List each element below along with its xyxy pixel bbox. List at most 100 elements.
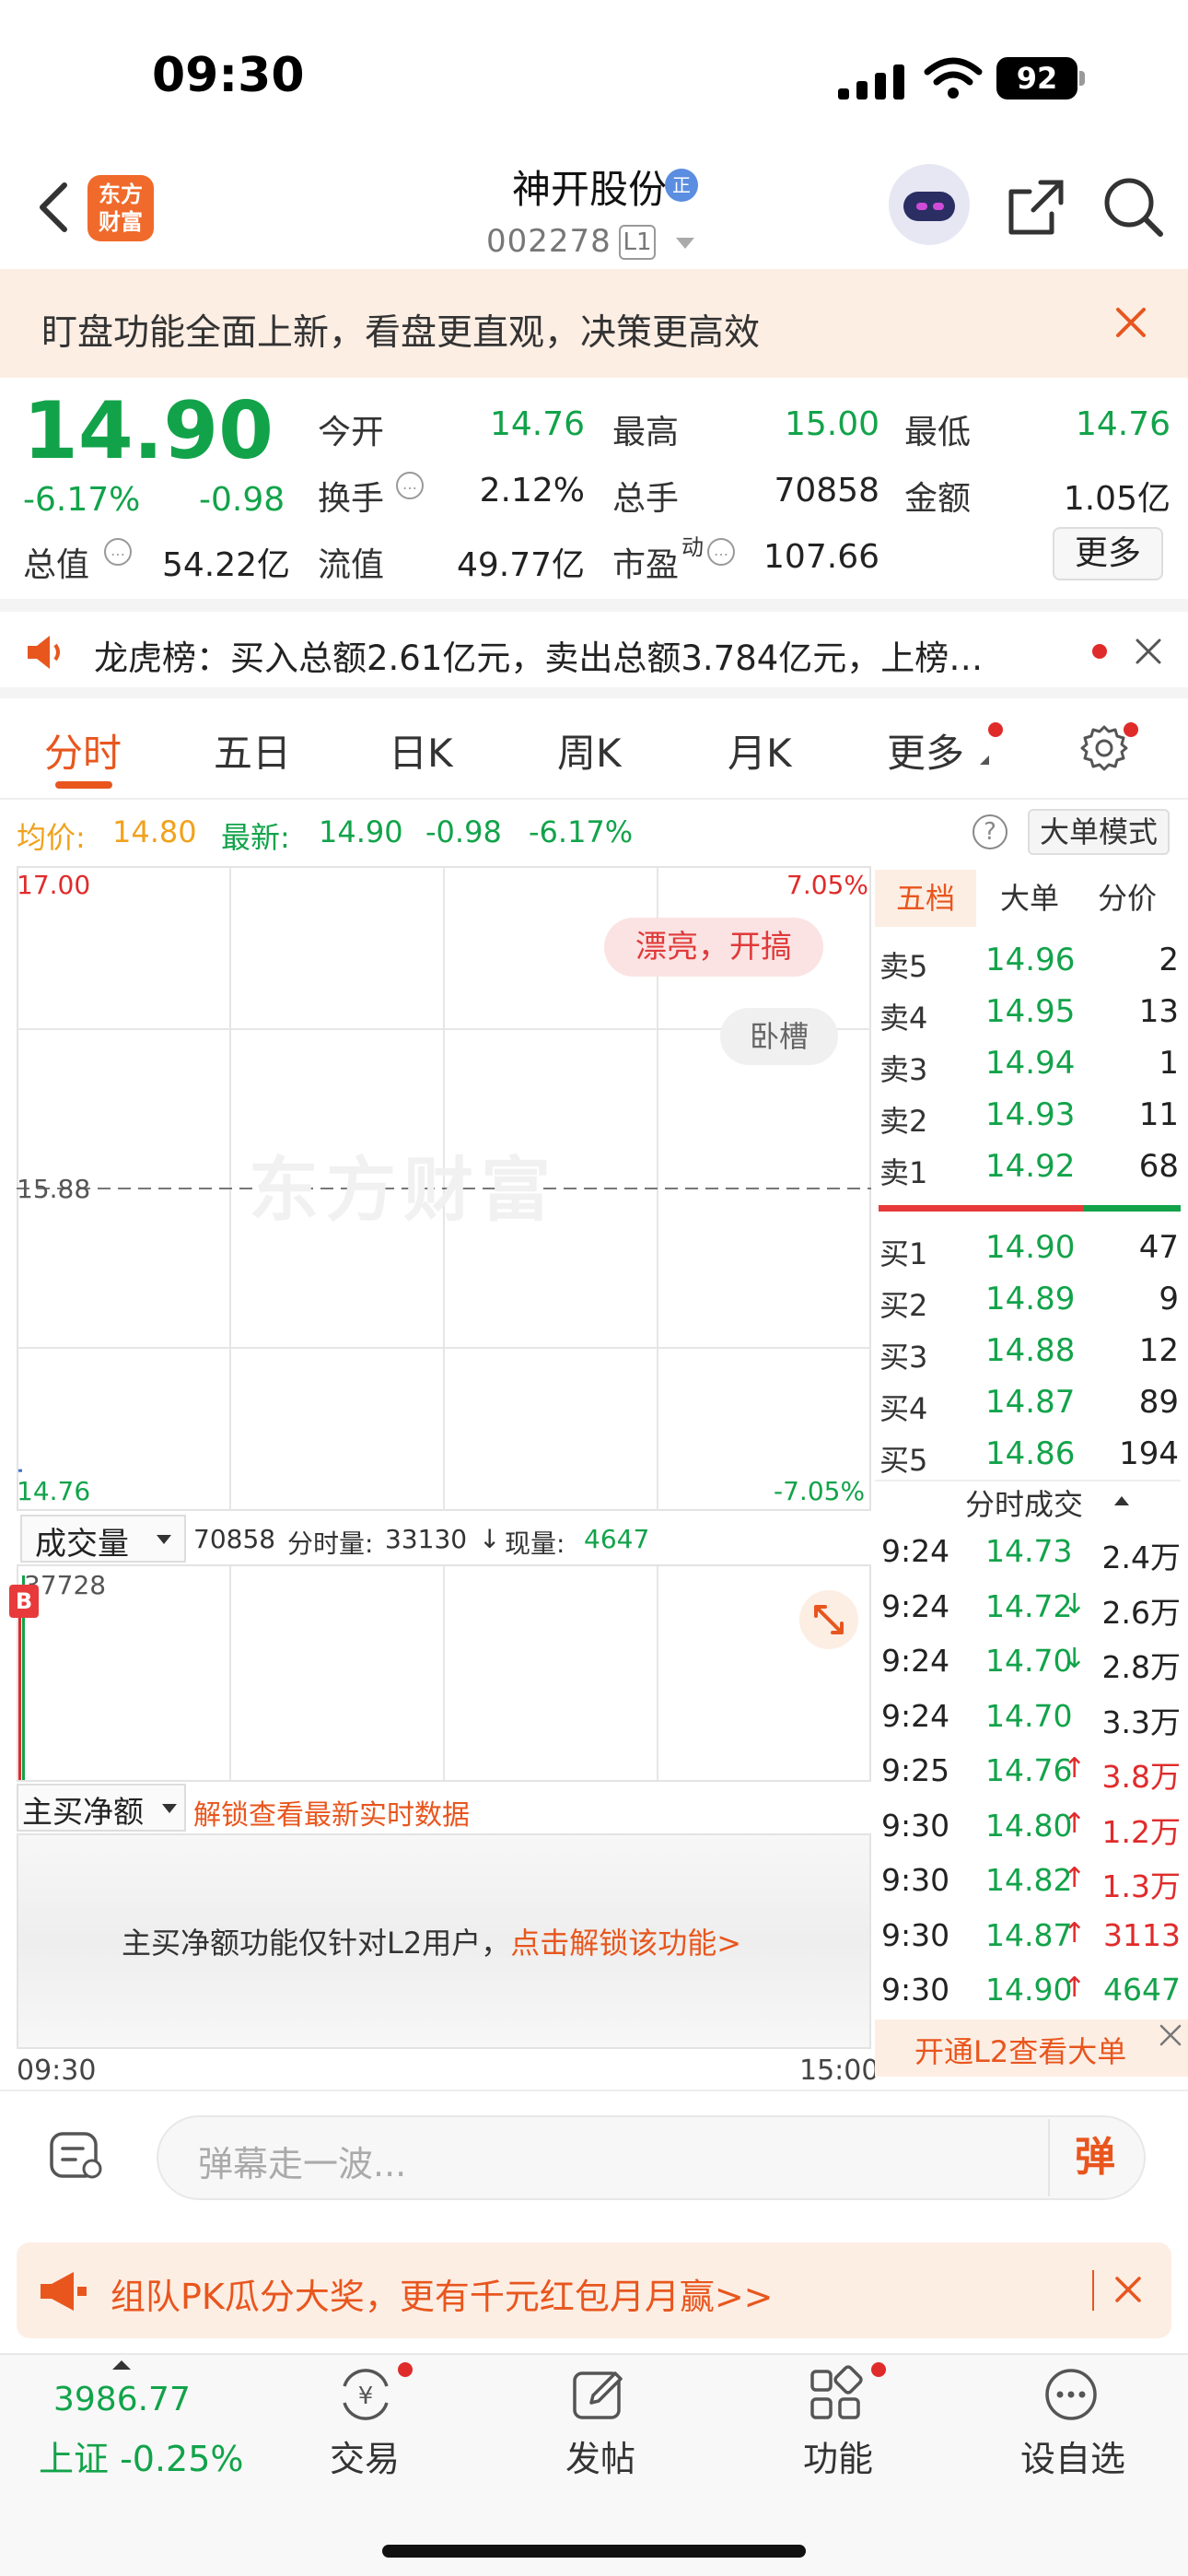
stock-code[interactable]: 002278 — [486, 223, 611, 260]
danmaku-bubble[interactable]: 漂亮，开搞 — [604, 918, 823, 977]
info-icon[interactable]: … — [104, 538, 132, 566]
help-icon[interactable]: ? — [973, 814, 1007, 849]
nav-post[interactable]: 发帖 — [565, 2430, 635, 2481]
high-value: 15.00 — [784, 405, 879, 443]
chevron-up-icon[interactable] — [1114, 1496, 1129, 1505]
orderbook-level-label: 买2 — [879, 1288, 928, 1323]
orderbook-level-label: 买5 — [879, 1443, 928, 1478]
down-arrow-icon: ↓ — [479, 1524, 501, 1554]
index-label[interactable]: 上证 -0.25% — [39, 2430, 244, 2481]
volume-grid — [18, 1566, 658, 1780]
tab-intraday[interactable]: 分时 — [44, 722, 122, 779]
low-label: 最低 — [904, 414, 972, 451]
app-logo[interactable]: 东方 财富 — [87, 175, 154, 241]
svg-text:¥: ¥ — [358, 2383, 374, 2410]
close-icon[interactable] — [1135, 638, 1162, 665]
tick-price: 14.76 — [985, 1752, 1073, 1788]
back-icon[interactable] — [35, 180, 72, 235]
orderbook-level-volume: 12 — [1138, 1332, 1179, 1369]
ticks-header[interactable]: 分时成交 — [965, 1481, 1083, 1524]
nav-add-watchlist[interactable]: 设自选 — [1020, 2430, 1125, 2481]
logo-line1: 东方 — [99, 181, 143, 207]
big-order-mode-button[interactable]: 大单模式 — [1028, 809, 1170, 855]
orderbook-level-price[interactable]: 14.89 — [985, 1281, 1075, 1317]
tick-time: 9:24 — [881, 1587, 950, 1624]
mktcap-label: 总值 — [23, 546, 90, 584]
orderbook-level-volume: 13 — [1138, 993, 1179, 1030]
orderbook-level-price[interactable]: 14.87 — [985, 1384, 1075, 1421]
tab-price-dist[interactable]: 分价 — [1098, 870, 1157, 927]
close-icon[interactable] — [1112, 304, 1149, 341]
search-icon[interactable] — [1101, 175, 1166, 240]
chevron-up-icon[interactable] — [112, 2360, 131, 2370]
expand-icon[interactable] — [799, 1590, 858, 1649]
volume-total: 70858 — [193, 1524, 276, 1554]
orderbook-level-label: 买3 — [879, 1340, 928, 1375]
unread-dot — [871, 2362, 886, 2377]
turnover-value: 2.12% — [479, 472, 585, 509]
y-axis-mid: 15.88 — [17, 1174, 91, 1204]
close-icon[interactable] — [1159, 2023, 1182, 2047]
tick-volume: 3113 — [1103, 1916, 1181, 1953]
tab-five-day[interactable]: 五日 — [214, 722, 291, 779]
tick-volume: 2.6万 — [1101, 1594, 1181, 1631]
index-value[interactable]: 3986.77 — [53, 2381, 191, 2418]
orderbook-level-label: 卖4 — [879, 1001, 928, 1036]
buy-badge[interactable]: B — [9, 1585, 39, 1618]
post-icon[interactable] — [569, 2364, 630, 2425]
orderbook-level-price[interactable]: 14.86 — [985, 1435, 1075, 1472]
tick-volume: 4647 — [1103, 1972, 1181, 2008]
orderbook-level-price[interactable]: 14.90 — [985, 1229, 1075, 1266]
unread-dot — [398, 2362, 413, 2377]
banner-text: 盯盘功能全面上新，看盘更直观，决策更高效 — [41, 312, 761, 354]
status-time: 09:30 — [152, 48, 305, 103]
gear-icon[interactable] — [1079, 723, 1129, 773]
orderbook-level-label: 买1 — [879, 1236, 928, 1271]
orderbook-level-price[interactable]: 14.96 — [985, 942, 1075, 978]
now-vol-value: 4647 — [584, 1524, 650, 1554]
nav-trade[interactable]: 交易 — [330, 2430, 400, 2481]
orderbook-level-price[interactable]: 14.93 — [985, 1096, 1075, 1133]
chevron-down-icon — [162, 1804, 177, 1813]
unlock-link[interactable]: 解锁查看最新实时数据 — [193, 1792, 470, 1832]
orderbook-level-price[interactable]: 14.92 — [985, 1148, 1075, 1185]
info-icon[interactable]: … — [396, 472, 424, 499]
tab-more[interactable]: 更多 — [887, 722, 964, 779]
orderbook-level-price[interactable]: 14.94 — [985, 1045, 1075, 1082]
tab-daily-k[interactable]: 日K — [389, 722, 453, 779]
orderbook-level-price[interactable]: 14.95 — [985, 993, 1075, 1030]
change-percent: -6.17% — [23, 481, 141, 519]
tick-price: 14.73 — [985, 1533, 1073, 1569]
chevron-down-icon[interactable] — [676, 238, 694, 249]
wifi-icon — [924, 57, 983, 99]
comment-settings-icon[interactable] — [48, 2128, 107, 2184]
promo-text[interactable]: 组队PK瓜分大奖，更有千元红包月月赢>> — [111, 2268, 774, 2319]
orderbook-level-price[interactable]: 14.88 — [985, 1332, 1075, 1369]
more-button[interactable]: 更多 — [1053, 527, 1163, 580]
tab-big-orders[interactable]: 大单 — [1000, 870, 1059, 927]
orderbook-level-label: 卖1 — [879, 1155, 928, 1190]
send-danmaku-button[interactable]: 弹 — [1048, 2119, 1140, 2196]
tab-five-levels[interactable]: 五档 — [875, 870, 976, 927]
lhb-ticker[interactable]: 龙虎榜：买入总额2.61亿元，卖出总额3.784亿元，上榜… — [94, 630, 1033, 680]
divider — [1092, 2270, 1094, 2311]
unlock-feature-link[interactable]: 点击解锁该功能> — [510, 1926, 741, 1961]
time-axis-end: 15:00 — [799, 2055, 879, 2087]
danmaku-bubble[interactable]: 卧槽 — [720, 1008, 838, 1065]
share-icon[interactable] — [1006, 177, 1066, 238]
close-icon[interactable] — [1114, 2276, 1142, 2303]
watermark: 东方财富 — [249, 1149, 558, 1231]
tab-weekly-k[interactable]: 周K — [557, 722, 622, 779]
more-icon[interactable] — [1041, 2364, 1101, 2425]
trade-icon[interactable]: ¥ — [335, 2364, 396, 2425]
tab-monthly-k[interactable]: 月K — [728, 722, 792, 779]
period-vol-value: 33130 — [385, 1524, 468, 1554]
chevron-down-icon — [157, 1535, 171, 1544]
nav-features[interactable]: 功能 — [803, 2430, 873, 2481]
amount-value: 1.05亿 — [1063, 480, 1171, 518]
tick-price: 14.80 — [985, 1807, 1073, 1844]
l2-promo-text[interactable]: 开通L2查看大单 — [914, 2029, 1126, 2071]
features-icon[interactable] — [805, 2364, 866, 2425]
robot-avatar[interactable] — [889, 164, 970, 245]
orderbook-level-volume: 68 — [1138, 1148, 1179, 1185]
